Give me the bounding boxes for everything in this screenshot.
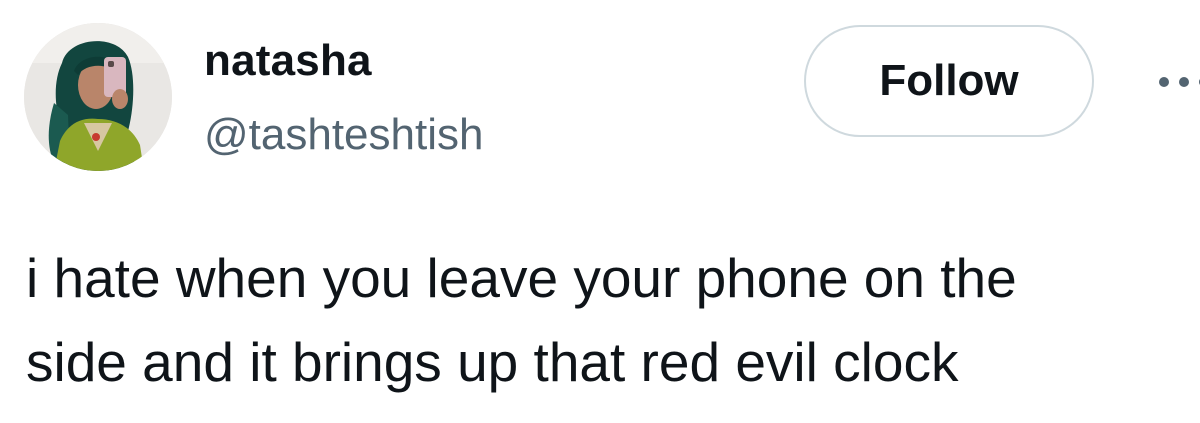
tweet-card: natasha @tashteshtish Follow i hate when… [0,0,1200,423]
follow-button[interactable]: Follow [804,25,1094,137]
display-name[interactable]: natasha [204,36,372,86]
more-options-button[interactable] [1150,60,1200,104]
user-handle[interactable]: @tashteshtish [204,110,483,160]
profile-photo-icon [24,23,172,171]
more-options-icon [1159,77,1200,87]
avatar[interactable] [24,23,172,171]
tweet-text: i hate when you leave your phone on the … [26,247,1017,393]
